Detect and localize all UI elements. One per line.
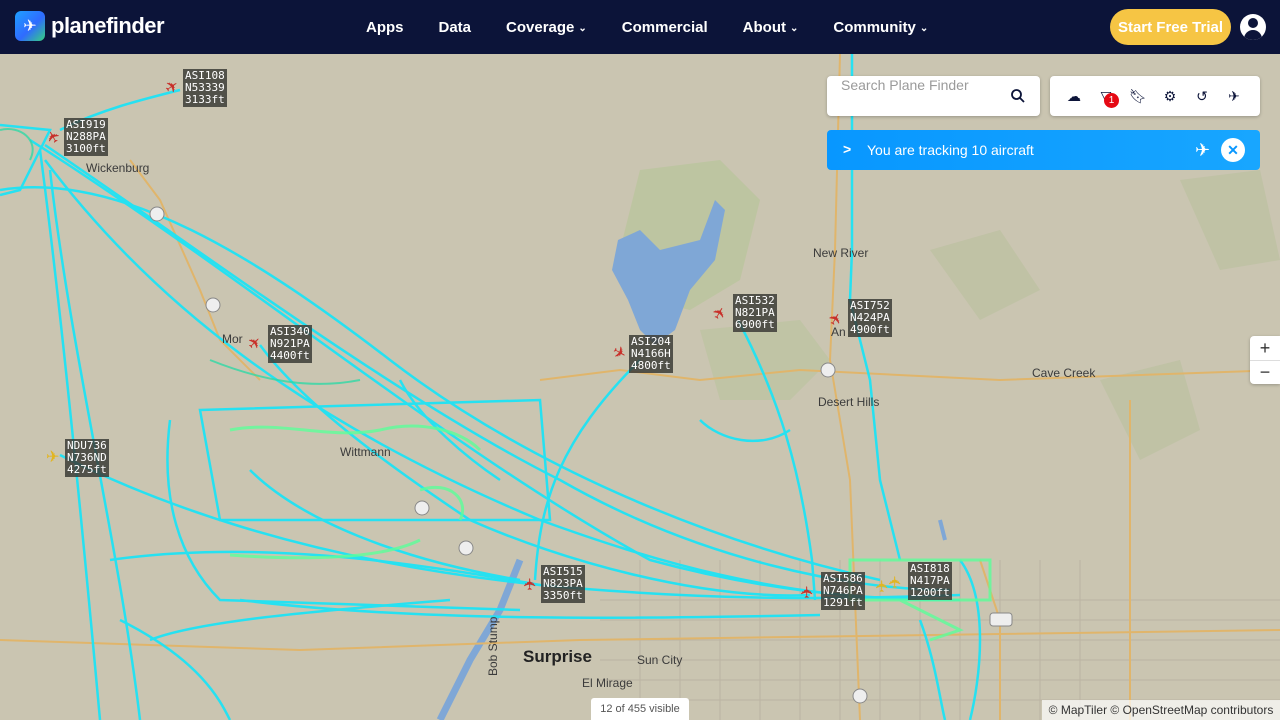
altitude: 1291ft xyxy=(823,596,863,609)
altitude: 4275ft xyxy=(67,463,107,476)
filter-count-badge: 1 xyxy=(1104,93,1119,108)
zoom-out-button[interactable]: − xyxy=(1250,360,1280,384)
chevron-down-icon: ⌄ xyxy=(919,22,929,34)
map-toolbar: ☁ ▽ 🔖︎ ⚙ ↺ ✈ xyxy=(1050,76,1260,116)
nav-item-commercial[interactable]: Commercial xyxy=(622,19,708,36)
aircraft-label-asi515[interactable]: ASI515 N823PA 3350ft xyxy=(541,565,585,603)
history-icon[interactable]: ↺ xyxy=(1194,88,1210,104)
nav-item-community[interactable]: Community ⌄ xyxy=(833,19,928,36)
altitude: 1200ft xyxy=(910,586,950,599)
weather-icon[interactable]: ☁ xyxy=(1066,88,1082,104)
tracking-text: You are tracking 10 aircraft xyxy=(867,142,1034,158)
map-attribution[interactable]: © MapTiler © OpenStreetMap contributors xyxy=(1042,700,1280,720)
altitude: 3100ft xyxy=(66,142,106,155)
altitude: 4400ft xyxy=(270,349,310,362)
account-icon[interactable] xyxy=(1240,14,1266,40)
chevron-down-icon: ⌄ xyxy=(789,22,799,34)
place-bob-stump: Bob Stump xyxy=(486,616,500,676)
nav-item-apps[interactable]: Apps xyxy=(366,19,404,36)
search-icon[interactable] xyxy=(1010,88,1026,104)
place-new-river: New River xyxy=(813,246,869,260)
place-sun-city: Sun City xyxy=(637,653,683,667)
planefinder-logo[interactable]: ✈ planefinder xyxy=(15,11,165,41)
airplane-icon: ✈ xyxy=(1195,140,1211,160)
place-wittmann: Wittmann xyxy=(340,445,391,459)
place-cave-creek: Cave Creek xyxy=(1032,366,1096,380)
search-input[interactable] xyxy=(841,76,1001,94)
place-wickenburg: Wickenburg xyxy=(86,161,150,175)
aircraft-label-asi532[interactable]: ASI532 N821PA 6900ft xyxy=(733,294,777,332)
aircraft-label-ndu736[interactable]: NDU736 N736ND 4275ft xyxy=(65,439,109,477)
nav-label: About xyxy=(742,18,786,36)
place-desert-hills: Desert Hills xyxy=(818,395,880,409)
aircraft-label-asi919[interactable]: ASI919 N288PA 3100ft xyxy=(64,118,108,156)
visible-aircraft-count: 12 of 455 visible xyxy=(591,698,689,720)
close-tracking-button[interactable]: ✕ xyxy=(1221,138,1245,162)
nav-item-data[interactable]: Data xyxy=(439,19,472,36)
nav-label: Coverage xyxy=(506,18,575,36)
bookmark-icon[interactable]: 🔖︎ xyxy=(1129,88,1147,104)
airplane-icon[interactable]: ✈ xyxy=(46,450,59,466)
altitude: 3350ft xyxy=(543,589,583,602)
airplane-icon[interactable]: ✈ xyxy=(800,585,817,598)
chevron-right-icon[interactable]: > xyxy=(843,141,851,157)
place-morristown: Mor xyxy=(222,332,243,346)
place-el-mirage: El Mirage xyxy=(582,676,633,690)
start-free-trial-button[interactable]: Start Free Trial xyxy=(1110,9,1231,45)
airplane-icon[interactable]: ✈ xyxy=(888,575,905,588)
plane-logo-icon: ✈ xyxy=(15,11,45,41)
altitude: 6900ft xyxy=(735,318,775,331)
aircraft-label-asi340[interactable]: ASI340 N921PA 4400ft xyxy=(268,325,312,363)
nav-label: Commercial xyxy=(621,18,708,36)
tracking-banner[interactable]: > You are tracking 10 aircraft ✈ ✕ xyxy=(827,130,1260,170)
nav-label: Community xyxy=(833,18,916,36)
chevron-down-icon: ⌄ xyxy=(578,22,587,34)
altitude: 4900ft xyxy=(850,323,890,336)
altitude: 3133ft xyxy=(185,93,225,106)
aircraft-label-asi108[interactable]: ASI108 N53339 3133ft xyxy=(183,69,227,107)
aircraft-label-asi752[interactable]: ASI752 N424PA 4900ft xyxy=(848,299,892,337)
search-box xyxy=(827,76,1040,116)
top-navigation-bar: ✈ planefinder Apps Data Coverage ⌄ Commer… xyxy=(0,0,1280,54)
airplane-icon[interactable]: ✈ xyxy=(523,577,540,590)
nav-label: Data xyxy=(438,18,472,36)
playback-icon[interactable]: ✈ xyxy=(1226,88,1242,104)
nav-item-about[interactable]: About ⌄ xyxy=(743,19,799,36)
settings-icon[interactable]: ⚙ xyxy=(1162,88,1178,104)
place-surprise: Surprise xyxy=(523,647,592,666)
main-nav: Apps Data Coverage ⌄ Commercial About ⌄ Co… xyxy=(366,0,963,54)
aircraft-label-asi818[interactable]: ASI818 N417PA 1200ft xyxy=(908,562,952,600)
logo-text: planefinder xyxy=(51,13,165,38)
altitude: 4800ft xyxy=(631,359,671,372)
zoom-control: + − xyxy=(1250,336,1280,384)
aircraft-label-asi204[interactable]: ASI204 N4166H 4800ft xyxy=(629,335,673,373)
aircraft-label-asi586[interactable]: ASI586 N746PA 1291ft xyxy=(821,572,865,610)
zoom-in-button[interactable]: + xyxy=(1250,336,1280,360)
nav-label: Apps xyxy=(366,18,404,36)
nav-item-coverage[interactable]: Coverage ⌄ xyxy=(506,19,587,36)
